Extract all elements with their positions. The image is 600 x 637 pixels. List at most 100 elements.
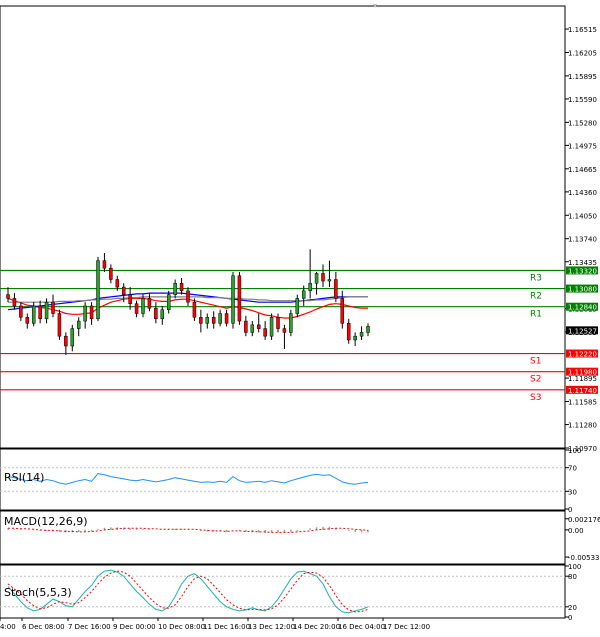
time-tick-label: 11 Dec 16:00	[203, 623, 250, 631]
level-name-r2: R2	[530, 292, 542, 302]
candle-body-down	[321, 273, 325, 282]
stoch-tick-label: 0	[568, 614, 572, 622]
candle-body-up	[269, 317, 274, 337]
candle-body-down	[128, 294, 132, 304]
candle-body-down	[109, 267, 113, 280]
price-tick-label: 1.16205	[568, 49, 597, 57]
time-axis: 4:00 6 Dec 08:00 7 Dec 16:00 9 Dec 00:00 10 …	[0, 618, 430, 631]
candle-body-down	[102, 260, 107, 269]
candle-body-up	[205, 317, 210, 324]
time-tick-label: 16 Dec 04:00	[338, 623, 385, 631]
price-tick-label: 1.11280	[568, 422, 597, 430]
candle-body-down	[25, 317, 30, 324]
time-tick-label: 4:00	[0, 623, 16, 631]
level-name-r1: R1	[530, 310, 542, 320]
level-price-s3: 1.11740	[568, 387, 597, 395]
rsi-tick-label: 30	[568, 488, 577, 496]
candle-body-up	[44, 301, 49, 320]
candle-body-up	[308, 283, 312, 292]
price-tick-label: 1.11585	[568, 399, 597, 407]
candle-body-down	[224, 313, 229, 324]
candle	[31, 302, 36, 327]
candle-body-down	[199, 317, 203, 324]
candle-body-up	[366, 326, 370, 333]
candle-body-down	[237, 275, 242, 322]
candle-body-up	[289, 313, 293, 333]
candle-body-down	[6, 294, 10, 299]
price-tick-label: 1.14975	[568, 142, 597, 150]
macd-tick-label: -0.005335	[568, 554, 600, 562]
macd-title: MACD(12,26,9)	[4, 515, 88, 528]
level-name-s2: S2	[530, 375, 541, 385]
candle-body-up	[76, 320, 81, 329]
candle-body-up	[83, 305, 87, 322]
candle-body-down	[340, 298, 345, 324]
candle-body-down	[51, 301, 55, 314]
candle-body-up	[301, 290, 306, 299]
current-price-label: 1.12527	[568, 327, 597, 335]
candle	[57, 309, 62, 340]
price-tick-label: 1.14050	[568, 212, 597, 220]
candle-body-down	[134, 303, 139, 314]
candle-body-up	[141, 298, 145, 314]
candle-body-down	[211, 317, 216, 324]
level-name-s1: S1	[530, 357, 541, 367]
candle-body-up	[160, 309, 165, 320]
time-tick-label: 14 Dec 20:00	[293, 623, 340, 631]
level-price-r1: 1.12840	[568, 304, 597, 312]
candle	[269, 313, 274, 340]
candle-body-down	[154, 307, 158, 320]
candle-body-up	[31, 305, 36, 324]
price-tick-label: 1.13435	[568, 259, 597, 267]
candle-body-down	[115, 279, 120, 288]
candle-body-down	[121, 286, 126, 295]
level-name-s3: S3	[530, 393, 541, 403]
candle-body-up	[173, 283, 177, 295]
candle-body-down	[147, 298, 152, 309]
candle-body-up	[327, 279, 332, 282]
time-tick-label: 13 Dec 12:00	[248, 623, 295, 631]
macd-tick-label: 0.00	[568, 527, 584, 535]
candle-body-down	[334, 279, 338, 299]
level-price-r3: 1.13320	[568, 267, 597, 275]
price-panel	[0, 5, 566, 449]
rsi-tick-label: 70	[568, 465, 577, 473]
level-price-s2: 1.11980	[568, 369, 597, 377]
price-tick-label: 1.14360	[568, 189, 597, 197]
price-tick-label: 1.14665	[568, 166, 597, 174]
stoch-tick-label: 80	[568, 573, 577, 581]
candle-body-down	[12, 298, 17, 307]
level-price-r2: 1.13080	[568, 286, 597, 294]
candle-body-down	[64, 335, 68, 347]
candle-body-up	[70, 328, 75, 347]
candle	[237, 271, 242, 325]
rsi-tick-label: 100	[568, 447, 581, 455]
candle-body-down	[19, 305, 23, 318]
candle-body-up	[353, 335, 357, 341]
rsi-tick-label: 0	[568, 506, 572, 514]
chart-canvas: 1.16515 1.16205 1.15895 1.15590 1.15280 1.149…	[0, 4, 600, 631]
candle-body-up	[359, 332, 364, 337]
candle-body-down	[186, 290, 190, 303]
candle-body-up	[314, 273, 319, 284]
price-tick-label: 1.15895	[568, 73, 597, 81]
candle-body-down	[282, 328, 287, 333]
stoch-title: Stoch(5,5,3)	[4, 586, 72, 599]
candle-body-up	[295, 298, 300, 314]
candle-body-up	[218, 313, 222, 324]
candle-body-up	[250, 324, 255, 333]
price-tick-label: 1.13740	[568, 236, 597, 244]
candle-body-down	[244, 320, 248, 333]
stoch-tick-label: 20	[568, 604, 577, 612]
time-tick-label: 10 Dec 08:00	[158, 623, 205, 631]
candle-body-down	[276, 317, 280, 329]
candle-body-down	[192, 301, 197, 318]
level-price-s1: 1.12220	[568, 351, 597, 359]
time-tick-label: 7 Dec 16:00	[68, 623, 111, 631]
candle-body-down	[38, 305, 42, 320]
time-tick-label: 6 Dec 08:00	[22, 623, 65, 631]
time-tick-label: 17 Dec 12:00	[383, 623, 430, 631]
candle	[96, 256, 100, 322]
time-tick-label: 9 Dec 00:00	[113, 623, 156, 631]
macd-tick-label: 0.002176	[568, 516, 600, 524]
